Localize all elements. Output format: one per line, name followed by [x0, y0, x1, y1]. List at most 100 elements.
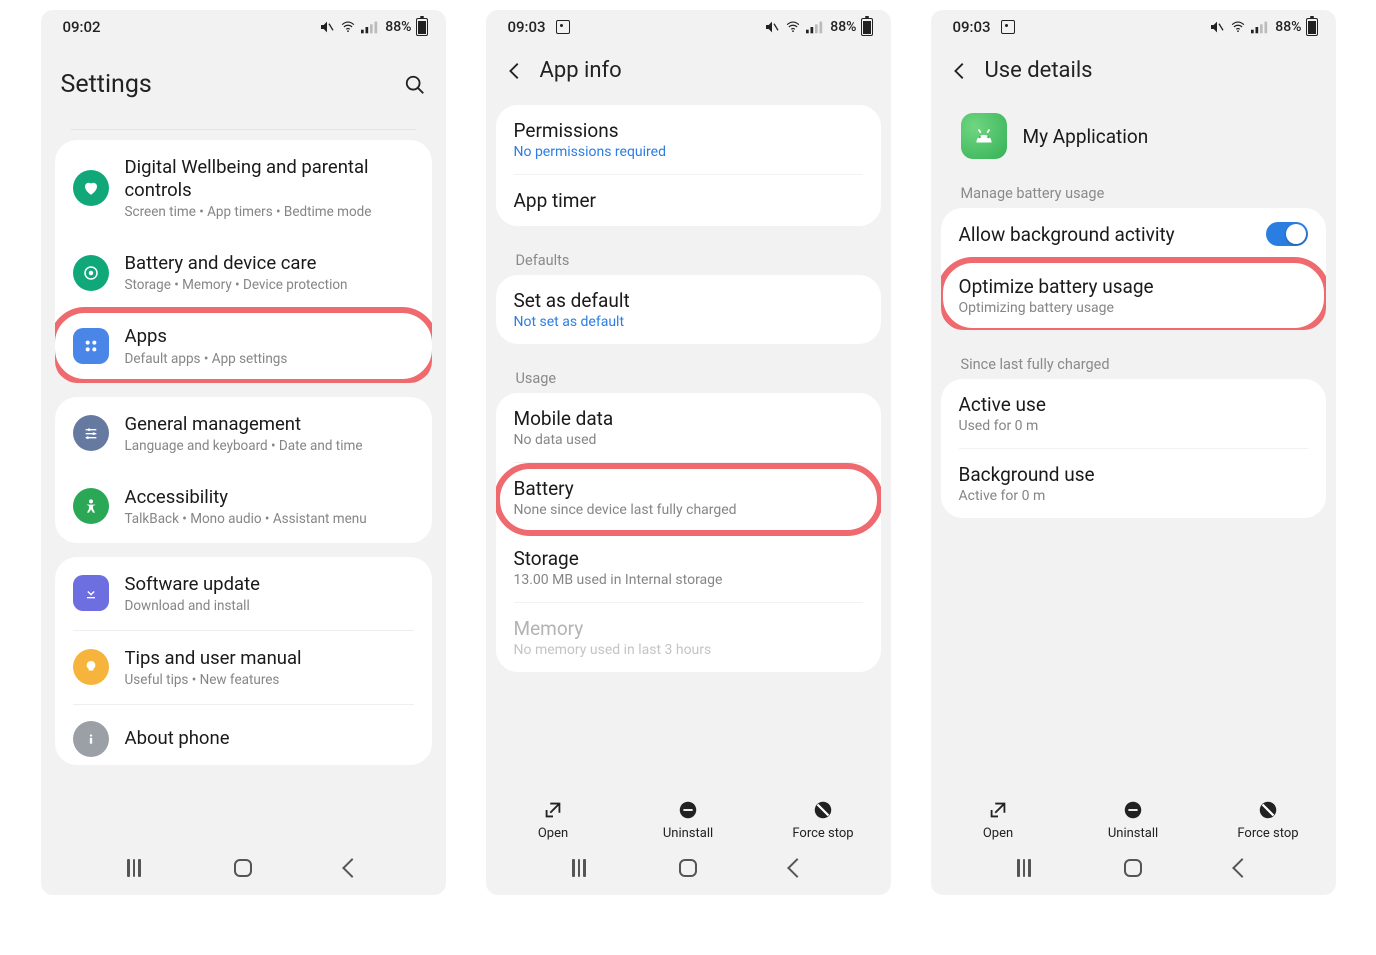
nav-recent[interactable] — [1017, 859, 1031, 877]
item-label: Memory — [514, 617, 863, 640]
app-info-list: Permissions No permissions required App … — [486, 105, 891, 793]
settings-header: Settings — [41, 40, 446, 129]
item-label: Set as default — [514, 289, 863, 312]
settings-list: Digital Wellbeing and parental controls … — [41, 129, 446, 845]
permissions-item[interactable]: Permissions No permissions required — [496, 105, 881, 174]
settings-item-accessibility[interactable]: Accessibility TalkBack • Mono audio • As… — [55, 470, 432, 543]
storage-item[interactable]: Storage 13.00 MB used in Internal storag… — [496, 533, 881, 602]
open-action[interactable]: Open — [958, 799, 1038, 841]
item-label: Software update — [125, 573, 414, 596]
screenshot-icon — [556, 20, 570, 34]
status-icons: 88% — [764, 18, 872, 36]
item-sub: Not set as default — [514, 314, 863, 330]
item-sub: Used for 0 m — [959, 418, 1308, 434]
background-use-item[interactable]: Background use Active for 0 m — [941, 449, 1326, 518]
battery-item[interactable]: Battery None since device last fully cha… — [496, 463, 881, 532]
item-label: General management — [125, 413, 414, 436]
signal-icon — [806, 20, 824, 34]
settings-item-wellbeing[interactable]: Digital Wellbeing and parental controls … — [55, 140, 432, 236]
settings-item-battery-care[interactable]: Battery and device care Storage • Memory… — [55, 236, 432, 309]
force-stop-icon — [1257, 799, 1279, 821]
wifi-icon — [339, 20, 357, 34]
signal-icon — [1251, 20, 1269, 34]
battery-percent: 88% — [385, 19, 411, 35]
active-use-item[interactable]: Active use Used for 0 m — [941, 379, 1326, 448]
item-label: Accessibility — [125, 486, 414, 509]
app-header: My Application — [941, 105, 1326, 173]
back-icon[interactable] — [949, 60, 971, 82]
force-stop-action[interactable]: Force stop — [783, 799, 863, 841]
since-header: Since last fully charged — [941, 344, 1326, 379]
usage-header: Usage — [496, 358, 881, 393]
nav-back[interactable] — [787, 858, 807, 878]
mobile-data-item[interactable]: Mobile data No data used — [496, 393, 881, 462]
item-label: Mobile data — [514, 407, 863, 430]
item-label: Battery — [514, 477, 863, 500]
status-bar: 09:03 88% — [931, 10, 1336, 40]
nav-home[interactable] — [1124, 859, 1142, 877]
status-time: 09:02 — [63, 18, 101, 36]
screenshot-icon — [1001, 20, 1015, 34]
bottom-actions: Open Uninstall Force stop — [931, 793, 1336, 845]
open-icon — [542, 799, 564, 821]
item-sub: No data used — [514, 432, 863, 448]
item-sub: Optimizing battery usage — [959, 300, 1308, 316]
settings-item-software-update[interactable]: Software update Download and install — [55, 557, 432, 630]
heart-icon — [73, 170, 109, 206]
settings-item-apps[interactable]: Apps Default apps • App settings — [55, 309, 432, 382]
care-icon — [73, 255, 109, 291]
item-label: Active use — [959, 393, 1308, 416]
bottom-actions: Open Uninstall Force stop — [486, 793, 891, 845]
grid-icon — [73, 328, 109, 364]
nav-home[interactable] — [679, 859, 697, 877]
item-label: About phone — [125, 727, 414, 750]
app-icon — [961, 113, 1007, 159]
nav-recent[interactable] — [127, 859, 141, 877]
settings-item-about[interactable]: About phone — [55, 705, 432, 765]
mute-icon — [1209, 19, 1225, 35]
nav-recent[interactable] — [572, 859, 586, 877]
memory-item[interactable]: Memory No memory used in last 3 hours — [496, 603, 881, 672]
item-label: Digital Wellbeing and parental controls — [125, 156, 414, 202]
item-label: Storage — [514, 547, 863, 570]
action-label: Force stop — [1237, 826, 1298, 841]
nav-back[interactable] — [342, 858, 362, 878]
uninstall-action[interactable]: Uninstall — [1093, 799, 1173, 841]
status-time: 09:03 — [508, 18, 546, 36]
action-label: Open — [983, 826, 1013, 841]
bulb-icon — [73, 649, 109, 685]
nav-back[interactable] — [1232, 858, 1252, 878]
item-label: Battery and device care — [125, 252, 414, 275]
uninstall-action[interactable]: Uninstall — [648, 799, 728, 841]
nav-home[interactable] — [234, 859, 252, 877]
action-label: Open — [538, 826, 568, 841]
app-timer-item[interactable]: App timer — [496, 175, 881, 226]
force-stop-icon — [812, 799, 834, 821]
set-default-item[interactable]: Set as default Not set as default — [496, 275, 881, 344]
item-sub: Useful tips • New features — [125, 672, 414, 688]
item-sub: 13.00 MB used in Internal storage — [514, 572, 863, 588]
allow-background-toggle[interactable] — [1266, 222, 1308, 246]
battery-icon — [861, 18, 873, 36]
item-label: Optimize battery usage — [959, 275, 1308, 298]
status-icons: 88% — [1209, 18, 1317, 36]
optimize-battery-item[interactable]: Optimize battery usage Optimizing batter… — [941, 261, 1326, 330]
open-action[interactable]: Open — [513, 799, 593, 841]
force-stop-action[interactable]: Force stop — [1228, 799, 1308, 841]
action-label: Uninstall — [663, 826, 713, 841]
app-info-header: App info — [486, 40, 891, 105]
settings-item-tips[interactable]: Tips and user manual Useful tips • New f… — [55, 631, 432, 704]
back-icon[interactable] — [504, 60, 526, 82]
battery-icon — [416, 18, 428, 36]
settings-item-general[interactable]: General management Language and keyboard… — [55, 397, 432, 470]
action-label: Uninstall — [1108, 826, 1158, 841]
allow-background-item[interactable]: Allow background activity — [941, 208, 1326, 260]
item-label: Apps — [125, 325, 414, 348]
item-sub: Download and install — [125, 598, 414, 614]
open-icon — [987, 799, 1009, 821]
wifi-icon — [784, 20, 802, 34]
search-icon[interactable] — [404, 74, 426, 96]
action-label: Force stop — [792, 826, 853, 841]
uninstall-icon — [677, 799, 699, 821]
item-sub: None since device last fully charged — [514, 502, 863, 518]
